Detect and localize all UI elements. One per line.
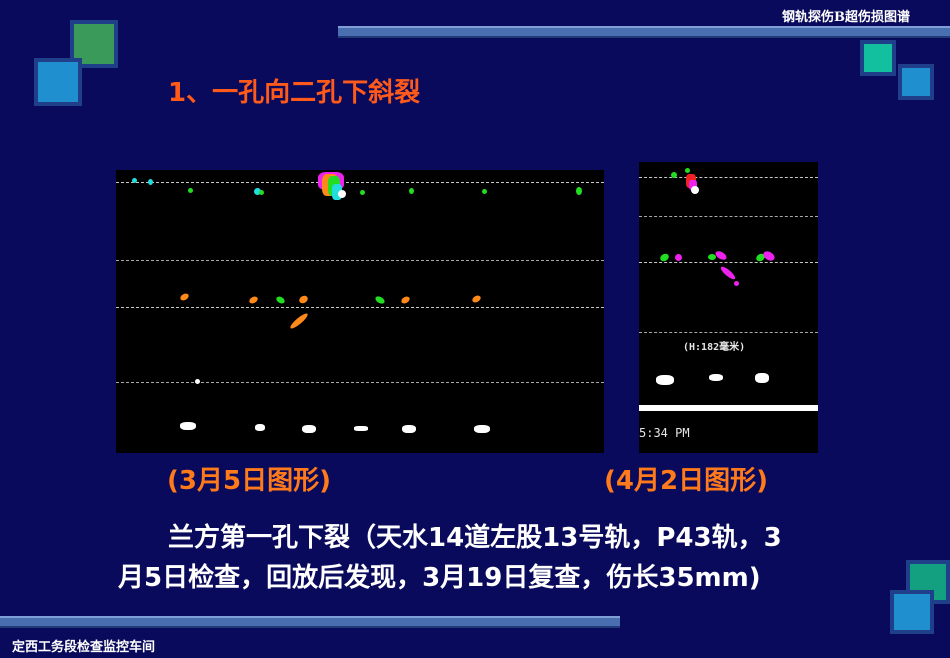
defect-mark	[761, 249, 777, 263]
bottom-echo	[180, 422, 196, 430]
caption-april2: (4月2日图形)	[604, 466, 768, 496]
depth-label: (H:182毫米)	[683, 342, 746, 353]
bottom-echo	[402, 425, 416, 433]
defect-mark	[275, 295, 286, 305]
defect-mark	[714, 249, 728, 262]
defect-mark	[248, 295, 259, 305]
defect-mark	[471, 294, 482, 304]
defect-mark	[409, 188, 414, 194]
defect-mark	[671, 172, 677, 178]
defect-mark	[734, 281, 739, 286]
defect-mark	[297, 294, 310, 305]
bottom-accent-bar	[0, 616, 620, 628]
deco-square-blue-right	[898, 64, 934, 100]
deco-square-teal-right	[860, 40, 896, 76]
defect-mark	[360, 190, 365, 195]
caption-march5: (3月5日图形)	[167, 466, 331, 496]
top-accent-bar	[338, 26, 950, 38]
bottom-echo	[474, 425, 490, 433]
bscan-image-april2: (H:182毫米) 5:34 PM	[639, 162, 818, 453]
defect-mark	[188, 188, 193, 193]
footer-text: 定西工务段检查监控车间	[12, 640, 156, 655]
description-line-2: 月5日检查，回放后发现，3月19日复查，伤长35mm)	[118, 563, 761, 593]
scan-line	[116, 382, 604, 383]
scan-line	[116, 260, 604, 261]
deco-square-blue-bottom	[890, 590, 934, 634]
description-text: 兰方第一孔下裂（天水14道左股13号轨，P43轨，3 月5日检查，回放后发现，3…	[118, 518, 878, 598]
deco-square-blue	[34, 58, 82, 106]
base-strip	[639, 405, 818, 411]
defect-mark	[685, 168, 690, 173]
defect-mark	[576, 187, 582, 195]
defect-crack	[288, 311, 310, 331]
slide-title: 1、一孔向二孔下斜裂	[168, 78, 421, 108]
defect-mark	[482, 189, 487, 194]
bottom-echo	[709, 374, 723, 381]
header-title: 钢轨探伤B超伤损图谱	[782, 10, 910, 25]
bottom-echo	[755, 373, 769, 383]
defect-mark	[148, 179, 153, 185]
defect-mark	[132, 178, 137, 183]
scan-line	[639, 177, 818, 178]
bscan-image-march5	[116, 170, 604, 453]
bottom-echo	[656, 375, 674, 385]
scan-line	[116, 307, 604, 308]
defect-mark	[675, 254, 682, 261]
scan-line	[639, 332, 818, 333]
bottom-echo	[354, 426, 368, 431]
defect-mark	[179, 292, 190, 302]
scan-line	[639, 216, 818, 217]
timestamp: 5:34 PM	[639, 426, 690, 440]
scan-line	[116, 182, 604, 183]
description-line-1: 兰方第一孔下裂（天水14道左股13号轨，P43轨，3	[168, 523, 782, 553]
defect-mark	[400, 295, 411, 305]
bottom-echo	[302, 425, 316, 433]
bottom-echo	[255, 424, 265, 431]
defect-mark	[195, 379, 200, 384]
defect-mark	[374, 294, 386, 306]
scan-line	[639, 262, 818, 263]
defect-cluster	[691, 186, 699, 194]
defect-crack	[719, 264, 737, 282]
defect-mark	[259, 190, 264, 195]
defect-cluster	[338, 190, 346, 198]
